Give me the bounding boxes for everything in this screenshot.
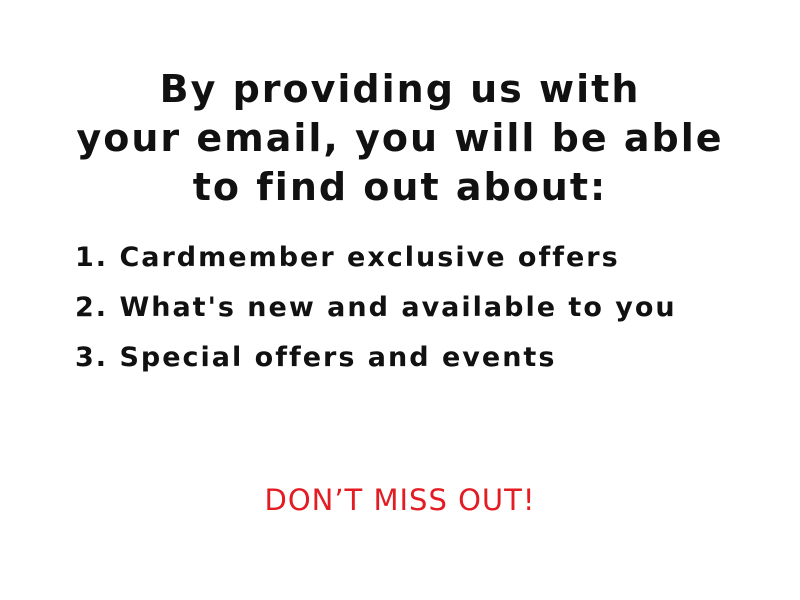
headline-line-1: By providing us with	[159, 67, 641, 112]
headline-line-3: to find out about:	[192, 165, 608, 210]
benefits-list: 1. Cardmember exclusive offers 2. What's…	[75, 233, 677, 383]
headline-line-2: your email, you will be able	[76, 116, 724, 161]
email-signup-panel: By providing us with your email, you wil…	[0, 0, 800, 600]
benefit-item-1: 1. Cardmember exclusive offers	[75, 242, 620, 273]
headline: By providing us with your email, you wil…	[0, 65, 800, 212]
benefit-item-3: 3. Special offers and events	[75, 342, 557, 373]
dont-miss-out-callout: DON’T MISS OUT!	[264, 483, 536, 517]
benefit-item-2: 2. What's new and available to you	[75, 292, 677, 323]
